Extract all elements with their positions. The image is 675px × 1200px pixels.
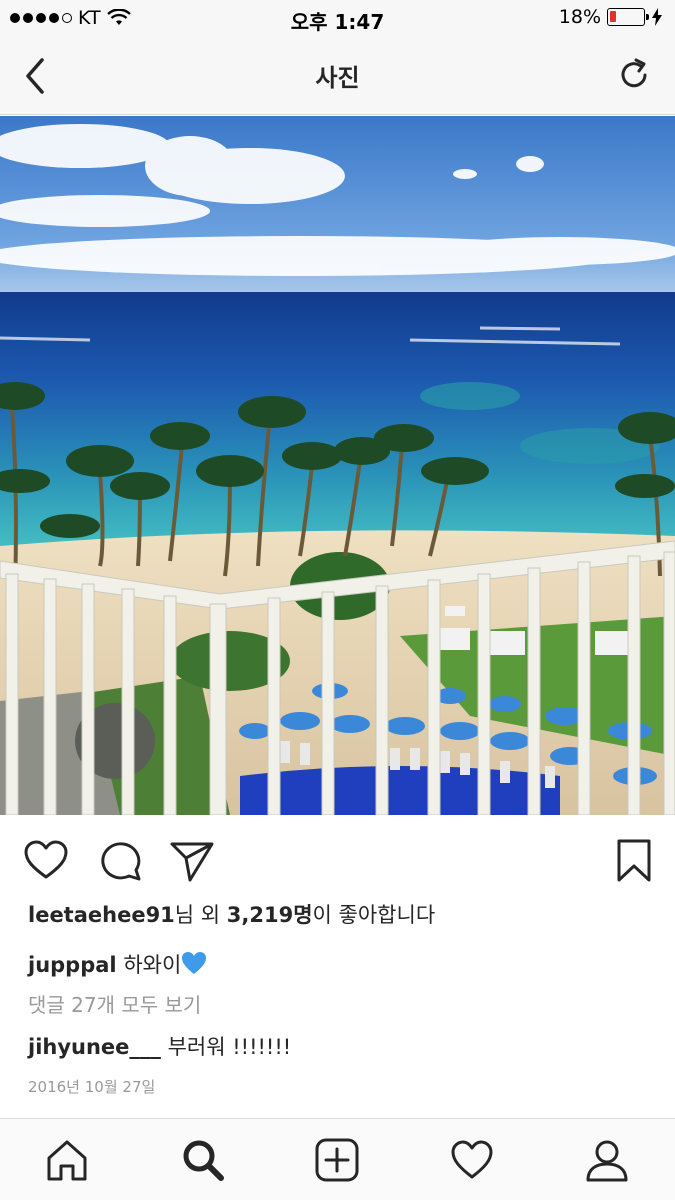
blue-heart-emoji-icon bbox=[182, 952, 207, 974]
post-caption: jupppal 하와이 bbox=[28, 948, 648, 982]
battery-icon bbox=[607, 8, 649, 26]
top-bar: KT 오후 1:47 18% 사진 bbox=[0, 0, 675, 115]
comment-bubble-icon[interactable] bbox=[96, 836, 144, 884]
refresh-icon[interactable] bbox=[615, 56, 653, 94]
caption-username[interactable]: jupppal bbox=[28, 953, 117, 977]
status-bar: KT 오후 1:47 18% bbox=[0, 0, 675, 38]
battery-percent: 18% bbox=[558, 6, 601, 28]
likes-summary[interactable]: leetaehee91님 외 3,219명이 좋아합니다 bbox=[28, 898, 648, 932]
bookmark-icon[interactable] bbox=[610, 836, 658, 884]
post-date: 2016년 10월 27일 bbox=[28, 1078, 156, 1096]
comment-username[interactable]: jihyunee___ bbox=[28, 1035, 161, 1059]
navigation-bar: 사진 bbox=[0, 38, 675, 115]
heart-outline-icon[interactable] bbox=[22, 836, 70, 884]
search-icon[interactable] bbox=[180, 1137, 226, 1183]
home-icon[interactable] bbox=[44, 1137, 90, 1183]
comment-row: jihyunee___ 부러워 !!!!!!! bbox=[28, 1030, 648, 1064]
likes-suffix: 이 좋아합니다 bbox=[312, 903, 436, 927]
page-title: 사진 bbox=[315, 64, 360, 92]
paper-plane-icon[interactable] bbox=[168, 836, 216, 884]
profile-icon[interactable] bbox=[584, 1137, 630, 1183]
comment-text: 부러워 !!!!!!! bbox=[167, 1035, 292, 1059]
heart-icon[interactable] bbox=[449, 1137, 495, 1183]
likes-count[interactable]: 3,219명 bbox=[227, 903, 313, 927]
charging-bolt-icon bbox=[652, 8, 662, 26]
post-details: leetaehee91님 외 3,219명이 좋아합니다 jupppal 하와이… bbox=[28, 898, 648, 1100]
bottom-tab-bar bbox=[0, 1118, 675, 1200]
liker-username[interactable]: leetaehee91 bbox=[28, 903, 175, 927]
post-actions bbox=[0, 830, 675, 890]
add-post-icon[interactable] bbox=[314, 1137, 360, 1183]
likes-mid-text: 님 외 bbox=[174, 903, 227, 927]
view-all-comments-link[interactable]: 댓글 27개 모두 보기 bbox=[28, 988, 648, 1022]
caption-text: 하와이 bbox=[123, 953, 182, 977]
beach-resort-image bbox=[0, 116, 675, 815]
post-photo[interactable] bbox=[0, 116, 675, 815]
